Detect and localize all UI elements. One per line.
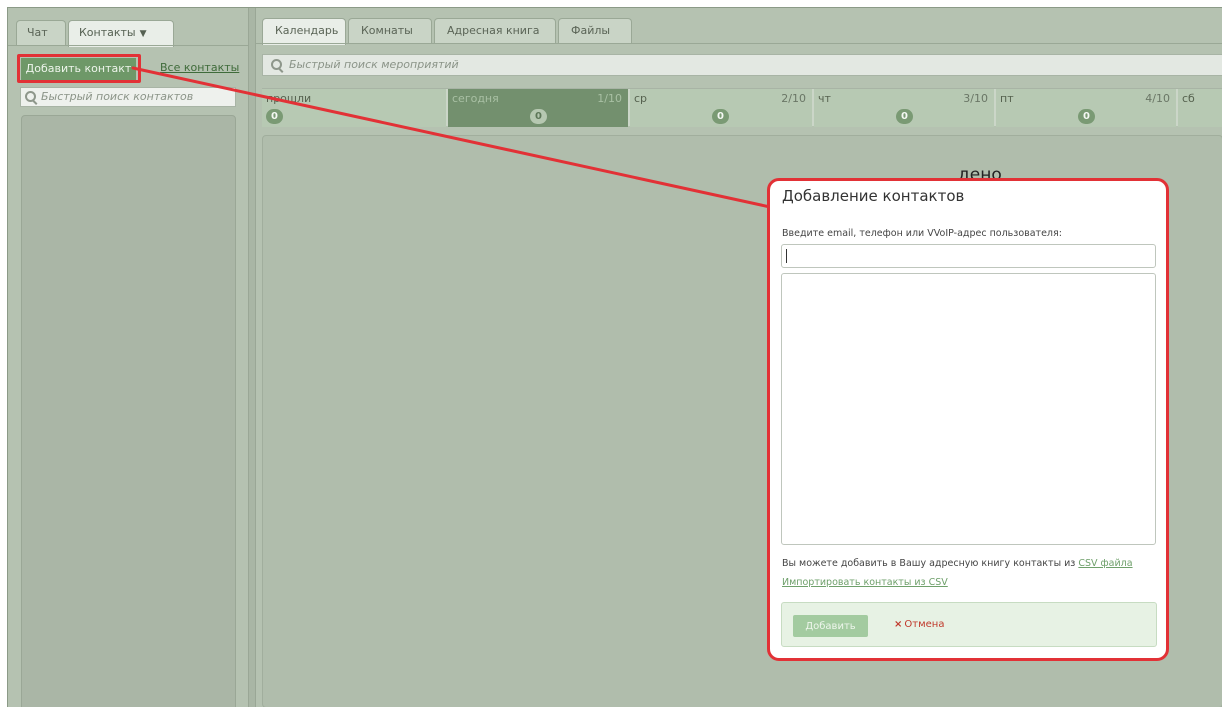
day-wed[interactable]: ср 2/10 0: [630, 89, 812, 127]
tab-divider: [8, 45, 248, 46]
day-date: 1/10: [597, 92, 622, 105]
caret-down-icon: ▼: [139, 29, 147, 39]
tab-calendar[interactable]: Календарь: [262, 18, 346, 45]
tab-address-book-label: Адресная книга: [447, 24, 540, 37]
add-contact-button[interactable]: Добавить контакт: [21, 58, 136, 80]
day-count-badge: 0: [266, 109, 283, 124]
tab-contacts-label: Контакты: [79, 26, 136, 39]
day-sat[interactable]: сб: [1178, 89, 1222, 127]
event-search-input[interactable]: Быстрый поиск мероприятий: [262, 54, 1222, 76]
day-date: 3/10: [963, 92, 988, 105]
day-fri[interactable]: пт 4/10 0: [996, 89, 1176, 127]
tab-address-book[interactable]: Адресная книга: [434, 18, 556, 44]
main-tabs: Календарь Комнаты Адресная книга Файлы: [256, 18, 1222, 45]
day-name: пт: [1000, 92, 1014, 105]
email-phone-input[interactable]: [781, 244, 1156, 268]
tab-files-label: Файлы: [571, 24, 611, 37]
tab-rooms-label: Комнаты: [361, 24, 413, 37]
day-name: чт: [818, 92, 831, 105]
import-csv-link[interactable]: Импортировать контакты из CSV: [782, 577, 948, 588]
tab-files[interactable]: Файлы: [558, 18, 632, 44]
day-today[interactable]: сегодня 1/10 0: [448, 89, 628, 127]
csv-hint-text: Вы можете добавить в Вашу адресную книгу…: [782, 558, 1076, 569]
search-icon: [271, 59, 282, 70]
cancel-button[interactable]: × Отмена: [894, 619, 944, 630]
tab-calendar-label: Календарь: [275, 24, 339, 37]
add-contacts-dialog: Добавление контактов Введите email, теле…: [767, 178, 1169, 661]
day-count-badge: 0: [1078, 109, 1095, 124]
search-icon: [25, 91, 36, 102]
event-search-placeholder: Быстрый поиск мероприятий: [289, 58, 459, 71]
day-name: сегодня: [452, 92, 499, 105]
dialog-prompt: Введите email, телефон или VVoIP-адрес п…: [782, 228, 1062, 239]
day-past[interactable]: прошли 0: [262, 89, 446, 127]
day-date: 2/10: [781, 92, 806, 105]
day-date: 4/10: [1145, 92, 1170, 105]
panel-splitter[interactable]: [248, 8, 256, 707]
day-name: сб: [1182, 92, 1195, 105]
tab-chat-label: Чат: [27, 26, 48, 39]
cancel-label: Отмена: [904, 619, 945, 630]
sidebar: Чат Контакты ▼ Добавить контакт Все конта…: [8, 8, 248, 707]
add-button[interactable]: Добавить: [793, 615, 868, 637]
contact-search-input[interactable]: Быстрый поиск контактов: [20, 87, 236, 107]
tab-rooms[interactable]: Комнаты: [348, 18, 432, 44]
day-count-badge: 0: [530, 109, 547, 124]
contacts-list-area[interactable]: [781, 273, 1156, 545]
day-thu[interactable]: чт 3/10 0: [814, 89, 994, 127]
day-count-badge: 0: [896, 109, 913, 124]
csv-hint: Вы можете добавить в Вашу адресную книгу…: [782, 558, 1167, 569]
dialog-title: Добавление контактов: [782, 187, 965, 205]
day-name: прошли: [266, 92, 312, 105]
close-icon: ×: [894, 619, 903, 630]
tab-divider: [256, 43, 1222, 44]
csv-file-link[interactable]: CSV файла: [1078, 558, 1132, 569]
contact-search-placeholder: Быстрый поиск контактов: [41, 90, 194, 103]
days-strip: прошли 0 сегодня 1/10 0 ср 2/10 0 чт 3/1…: [262, 88, 1222, 127]
text-cursor: [786, 249, 787, 263]
dialog-footer: Добавить × Отмена: [781, 602, 1157, 647]
contact-list[interactable]: [21, 115, 236, 707]
tab-contacts[interactable]: Контакты ▼: [68, 20, 174, 47]
day-count-badge: 0: [712, 109, 729, 124]
tab-chat[interactable]: Чат: [16, 20, 66, 46]
day-name: ср: [634, 92, 648, 105]
all-contacts-link[interactable]: Все контакты: [160, 61, 239, 74]
